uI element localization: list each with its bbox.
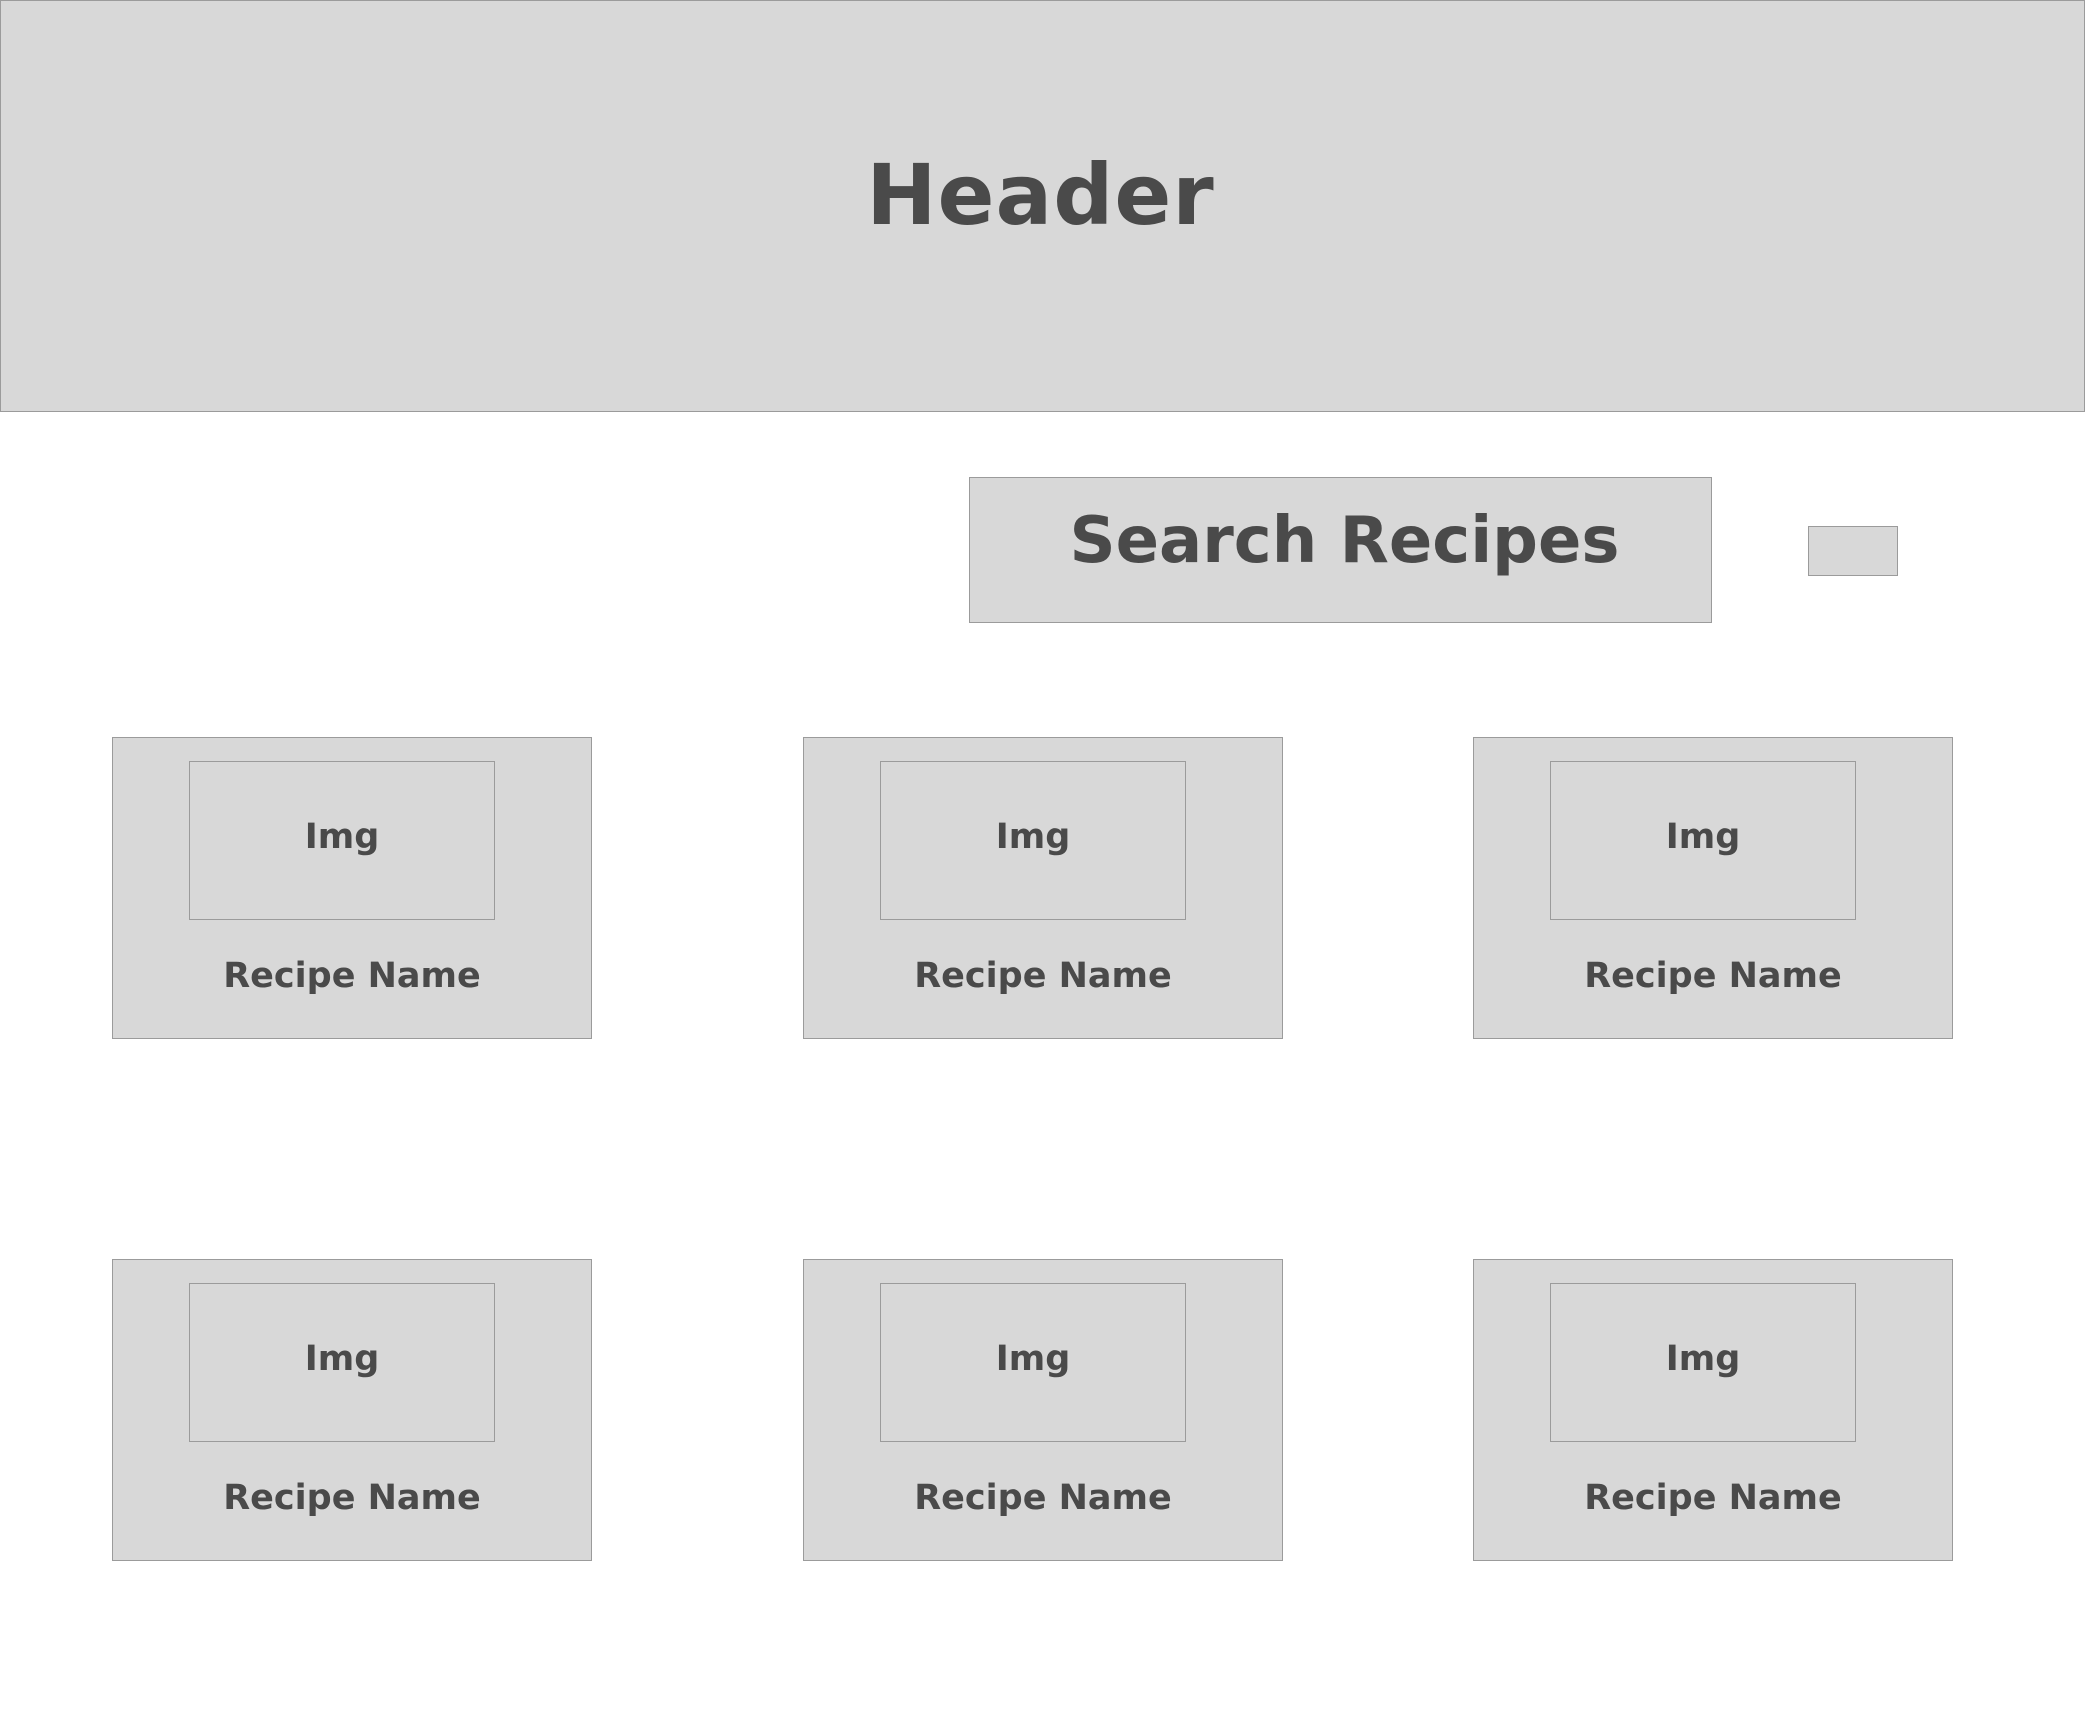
search-button[interactable]	[1808, 526, 1898, 576]
recipe-name: Recipe Name	[914, 956, 1172, 996]
recipe-name: Recipe Name	[223, 956, 481, 996]
recipe-image-placeholder: Img	[189, 761, 495, 920]
recipe-image-placeholder: Img	[880, 761, 1186, 920]
recipe-card-4[interactable]: Img Recipe Name	[112, 1259, 592, 1561]
search-recipes-box[interactable]: Search Recipes	[969, 477, 1712, 623]
recipe-image-placeholder: Img	[189, 1283, 495, 1442]
recipe-name: Recipe Name	[1584, 1478, 1842, 1518]
recipe-card-1[interactable]: Img Recipe Name	[112, 737, 592, 1039]
recipe-card-2[interactable]: Img Recipe Name	[803, 737, 1283, 1039]
recipe-image-label: Img	[304, 816, 380, 857]
recipe-image-label: Img	[1665, 1338, 1741, 1379]
recipe-name: Recipe Name	[1584, 956, 1842, 996]
recipe-image-label: Img	[1665, 816, 1741, 857]
recipe-card-3[interactable]: Img Recipe Name	[1473, 737, 1953, 1039]
page-header: Header	[0, 0, 2085, 412]
recipe-image-placeholder: Img	[1550, 1283, 1856, 1442]
recipe-image-placeholder: Img	[880, 1283, 1186, 1442]
recipe-name: Recipe Name	[914, 1478, 1172, 1518]
recipe-image-label: Img	[995, 1338, 1071, 1379]
recipe-name: Recipe Name	[223, 1478, 481, 1518]
search-recipes-label: Search Recipes	[1069, 504, 1620, 578]
recipe-image-label: Img	[995, 816, 1071, 857]
recipe-card-5[interactable]: Img Recipe Name	[803, 1259, 1283, 1561]
recipe-image-label: Img	[304, 1338, 380, 1379]
recipe-card-6[interactable]: Img Recipe Name	[1473, 1259, 1953, 1561]
header-title: Header	[866, 146, 1215, 244]
recipe-image-placeholder: Img	[1550, 761, 1856, 920]
